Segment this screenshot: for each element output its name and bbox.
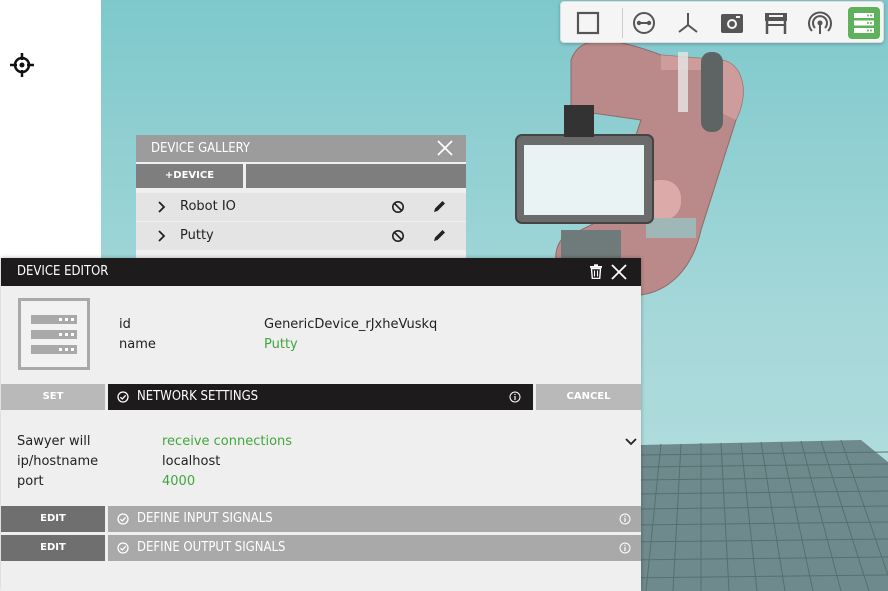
output-signals-title: DEFINE OUTPUT SIGNALS [137,540,286,555]
device-server-icon [18,298,90,370]
check-circle-icon [117,542,129,554]
id-label: id [119,317,131,332]
link-node-icon [633,12,655,34]
name-label: name [119,337,156,352]
devices-tool-button[interactable] [848,7,880,39]
close-icon[interactable] [436,139,454,157]
link-tool-button[interactable] [628,7,660,39]
server-list-icon [854,13,874,33]
axes-icon [678,13,698,33]
edit-pencil-icon[interactable] [432,228,447,243]
check-circle-icon [117,513,129,525]
network-row-label: ip/hostname [17,454,99,469]
port-value[interactable]: 4000 [162,474,195,489]
info-icon[interactable] [619,542,631,554]
view-toolbar [560,1,884,43]
select-tool-button[interactable] [572,7,604,39]
id-value: GenericDevice_rJxheVuskq [264,317,438,332]
device-gallery-title: DEVICE GALLERY [151,141,251,156]
table-tool-button[interactable] [760,7,792,39]
disable-icon[interactable] [391,200,405,214]
edit-output-signals-button[interactable]: EDIT [1,535,105,561]
check-circle-icon [117,391,129,403]
table-icon [765,13,787,34]
signal-icon [808,11,832,34]
output-signals-header[interactable]: DEFINE OUTPUT SIGNALS [108,535,641,561]
device-editor-panel: DEVICE EDITOR id GenericDevice_rJxheVusk… [1,258,641,591]
device-editor-header: DEVICE EDITOR [1,258,641,286]
chevron-down-icon[interactable] [624,435,638,449]
chevron-right-icon[interactable] [155,200,169,214]
crosshair-icon[interactable] [9,52,35,78]
trash-icon[interactable] [589,264,603,279]
toolbar-divider [622,8,623,38]
camera-tool-button[interactable] [716,7,748,39]
square-select-icon [576,11,600,35]
gallery-toolbar-spacer [246,164,466,188]
device-gallery-header: DEVICE GALLERY [136,135,466,162]
signal-tool-button[interactable] [804,7,836,39]
input-signals-header[interactable]: DEFINE INPUT SIGNALS [108,506,641,532]
camera-icon [721,14,743,33]
device-row-putty[interactable]: Putty [136,222,466,250]
input-signals-title: DEFINE INPUT SIGNALS [137,511,273,526]
edit-pencil-icon[interactable] [432,199,447,214]
info-icon[interactable] [509,391,521,403]
set-button[interactable]: SET [1,384,105,410]
hostname-value[interactable]: localhost [162,454,220,469]
device-row-label: Robot IO [180,199,236,214]
disable-icon[interactable] [391,229,405,243]
close-icon[interactable] [610,263,628,281]
info-icon[interactable] [619,513,631,525]
device-row-label: Putty [180,228,214,243]
add-device-button[interactable]: +DEVICE [136,164,243,188]
connection-mode-value[interactable]: receive connections [162,434,292,449]
network-row-label: port [17,474,44,489]
network-settings-header[interactable]: NETWORK SETTINGS [108,384,533,410]
device-gallery-panel: DEVICE GALLERY +DEVICE Robot IO Putty [136,135,466,260]
axes-tool-button[interactable] [672,7,704,39]
edit-input-signals-button[interactable]: EDIT [1,506,105,532]
name-value[interactable]: Putty [264,337,298,352]
cancel-button[interactable]: CANCEL [536,384,641,410]
device-editor-title: DEVICE EDITOR [17,264,109,279]
chevron-right-icon[interactable] [155,229,169,243]
device-row-robot-io[interactable]: Robot IO [136,193,466,221]
network-row-label: Sawyer will [17,434,91,449]
network-settings-title: NETWORK SETTINGS [137,389,259,404]
